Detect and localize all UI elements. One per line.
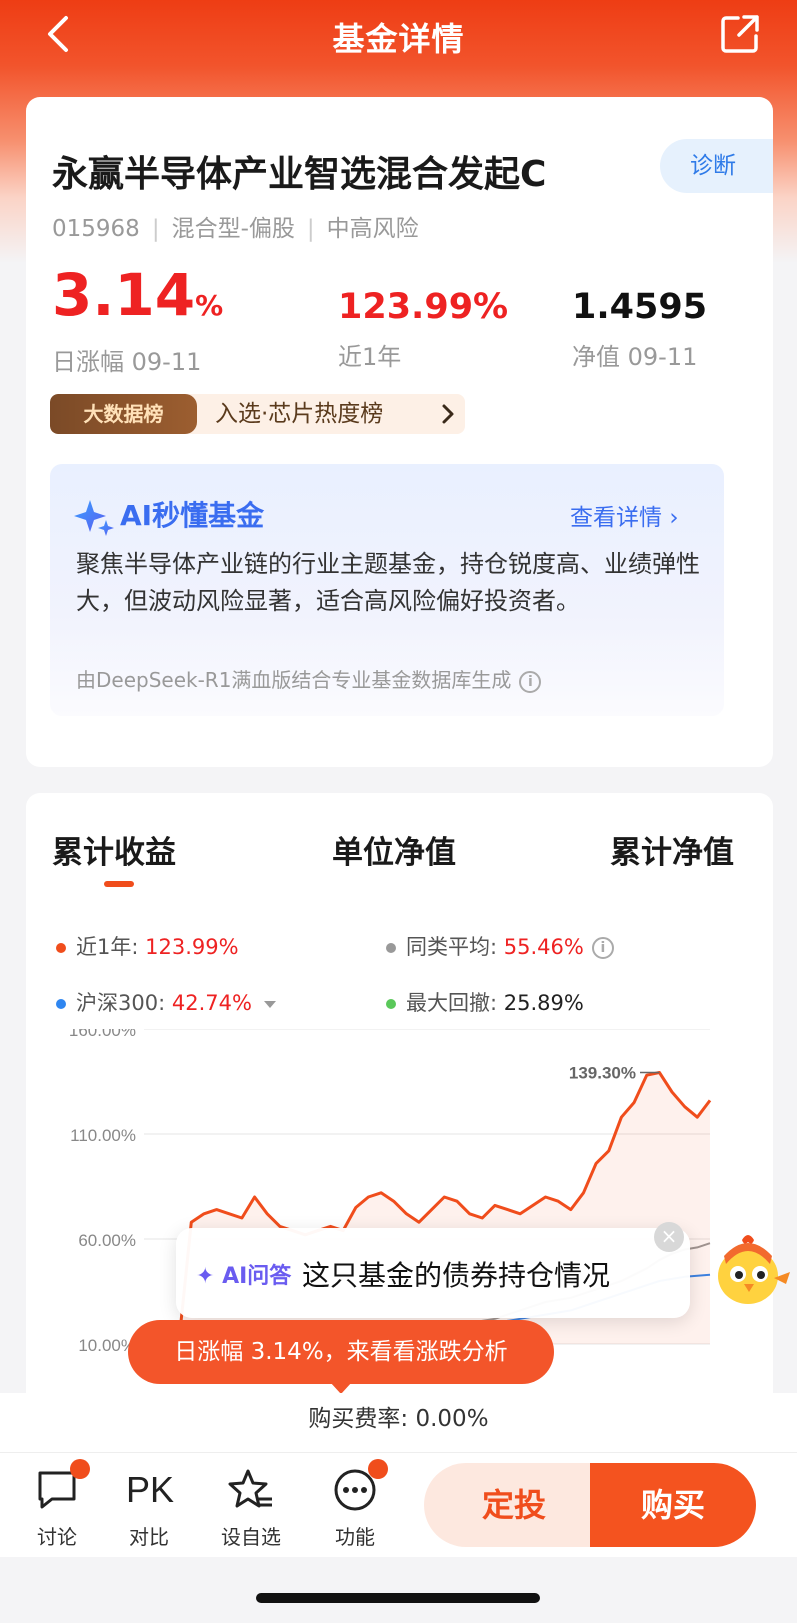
home-indicator [256,1593,540,1603]
active-tab-indicator [104,881,134,887]
legend-dot [56,999,66,1009]
rank-banner[interactable]: 大数据榜 入选·芯片热度榜 [50,394,465,434]
daily-change-label: 日涨幅 09-11 [52,348,202,376]
pk-icon: PK [126,1469,175,1510]
legend-label: 近1年: [76,935,146,959]
tab-cumulative-return[interactable]: 累计收益 [52,827,176,872]
daily-change-metric: 3.14% 日涨幅 09-11 [52,265,223,377]
buy-button[interactable]: 购买 [590,1463,756,1547]
daily-change-value: 3.14 [52,261,196,329]
diagnose-button[interactable]: 诊断 [660,139,773,193]
legend-item: 近1年: 123.99% [56,931,239,961]
y-tick-label: 110.00% [70,1126,136,1145]
chevron-right-icon [442,404,454,424]
fund-risk: 中高风险 [326,216,419,242]
info-icon[interactable]: i [519,670,542,693]
star-list-icon [228,1467,274,1513]
divider: | [306,216,315,242]
ai-summary-box: AI秒懂基金 查看详情 › 聚焦半导体产业链的行业主题基金，持仓锐度高、业绩弹性… [50,464,724,716]
compare-label: 对比 [129,1525,169,1549]
ai-more-label: 查看详情 [570,505,662,531]
ai-ask-bubble[interactable]: ✦ AI问答 这只基金的债券持仓情况 × [176,1222,690,1318]
fund-name: 永赢半导体产业智选混合发起C [52,154,547,195]
divider: | [151,216,160,242]
nav-label: 净值 09-11 [572,343,698,371]
daily-change-unit: % [195,289,224,322]
rank-text: 入选·芯片热度榜 [215,401,384,427]
legend-item: 同类平均: 55.46% i [386,931,614,961]
notification-badge [368,1459,388,1479]
year-return-label: 近1年 [338,343,402,371]
chevron-right-icon: › [669,505,679,531]
discuss-button[interactable]: 讨论 [22,1459,92,1550]
page-title: 基金详情 [332,20,465,58]
compare-button[interactable]: PK 对比 [114,1467,184,1550]
legend-value: 25.89% [503,991,584,1015]
rise-analysis-button[interactable]: 日涨幅 3.14%，来看看涨跌分析 [128,1320,554,1384]
legend-value: 123.99% [145,935,239,959]
legend-dot [56,943,66,953]
ai-summary-text: 聚焦半导体产业链的行业主题基金，持仓锐度高、业绩弹性大，但波动风险显著，适合高风… [76,550,700,615]
functions-button[interactable]: 功能 [320,1459,390,1550]
nav-bar: 基金详情 [0,0,797,70]
caret-down-icon [263,1000,276,1008]
y-tick-label: 60.00% [78,1231,136,1250]
purchase-fee: 购买费率: 0.00% [0,1393,797,1453]
legend-dot [386,943,396,953]
more-icon [332,1459,388,1513]
ai-source-text: 由DeepSeek-R1满血版结合专业基金数据库生成 [76,668,512,692]
legend-label: 沪深300: [76,991,172,1015]
legend-item[interactable]: 沪深300: 42.74% [56,987,276,1017]
mascot-chick-icon[interactable] [708,1228,794,1314]
ai-source-note: 由DeepSeek-R1满血版结合专业基金数据库生成 i [76,664,542,693]
legend-value: 42.74% [171,991,252,1015]
tab-cumulative-nav[interactable]: 累计净值 [610,827,734,872]
peak-annotation: 139.30% [569,1063,636,1082]
fund-meta: 015968 | 混合型-偏股 | 中高风险 [52,209,419,243]
ai-title: AI秒懂基金 [120,499,265,532]
discuss-label: 讨论 [37,1525,77,1549]
legend-dot [386,999,396,1009]
ai-ask-tag-text: AI问答 [222,1264,292,1289]
auto-invest-button[interactable]: 定投 [424,1463,604,1547]
chat-icon [34,1459,90,1513]
legend-label: 同类平均: [406,935,504,959]
y-tick-label: 160.00% [69,1029,136,1040]
ai-ask-question: 这只基金的债券持仓情况 [302,1259,611,1292]
tab-unit-nav[interactable]: 单位净值 [332,827,456,872]
legend-item: 最大回撤: 25.89% [386,987,584,1017]
functions-label: 功能 [335,1525,375,1549]
sparkle-icon [74,500,114,536]
fund-summary-card: 永赢半导体产业智选混合发起C 诊断 015968 | 混合型-偏股 | 中高风险 3.1… [26,97,773,767]
year-return-metric: 123.99% 近1年 [338,287,508,372]
close-icon[interactable]: × [654,1222,684,1252]
rank-tag: 大数据榜 [50,394,197,434]
year-return-value: 123.99% [338,287,509,327]
notification-badge [70,1459,90,1479]
nav-metric: 1.4595 净值 09-11 [572,287,707,372]
legend-value: 55.46% [503,935,584,959]
add-watchlist-button[interactable]: 设自选 [216,1467,286,1550]
ai-more-link[interactable]: 查看详情 › [570,498,679,532]
info-icon[interactable]: i [591,937,614,959]
nav-value: 1.4595 [572,287,708,327]
bottom-toolbar: 讨论 PK 对比 设自选 功能 定投 购买 [0,1453,797,1557]
ai-ask-tag: ✦ AI问答 [196,1264,292,1289]
share-icon[interactable] [718,12,762,56]
fund-code: 015968 [52,216,140,242]
legend-label: 最大回撤: [406,991,504,1015]
fund-type: 混合型-偏股 [171,216,295,242]
watch-label: 设自选 [221,1525,281,1549]
